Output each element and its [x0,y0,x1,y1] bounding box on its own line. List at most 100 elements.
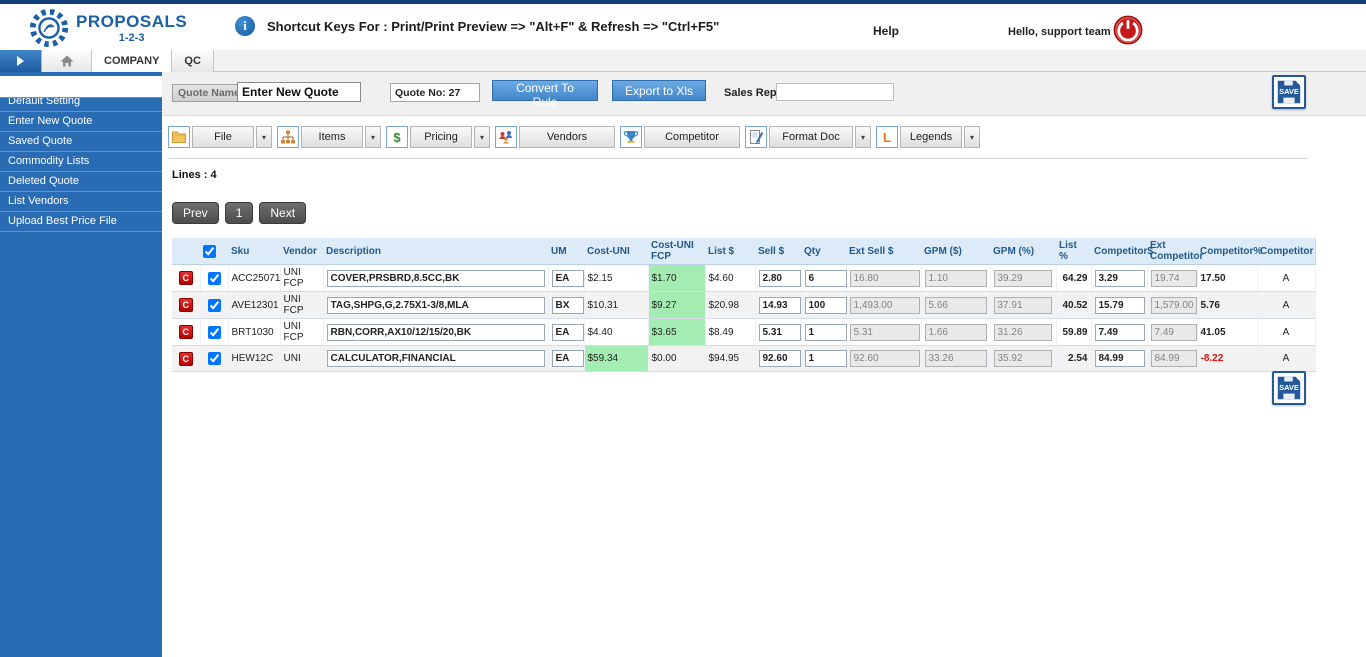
page-1-button[interactable]: 1 [225,202,254,224]
header-ext-competitor: Ext Competitor [1147,238,1197,265]
competitor-menu-button[interactable]: Competitor [644,126,740,148]
sales-rep-input[interactable] [776,83,894,101]
um-input[interactable] [552,350,584,367]
table-row: C ACC25071 UNI FCP $2.15 $1.70 $4.60 64.… [172,265,1315,292]
competitor-price-input[interactable] [1095,270,1145,287]
header-um: UM [548,238,584,265]
um-input[interactable] [552,324,584,341]
legends-menu-button[interactable]: Legends [900,126,962,148]
um-input[interactable] [552,297,584,314]
format-doc-menu-arrow[interactable]: ▾ [855,126,871,148]
list-price-cell: $94.95 [705,346,755,372]
c-flag-badge[interactable]: C [179,352,193,366]
cost-uni-fcp-cell: $3.65 [648,319,705,346]
pricing-menu-arrow[interactable]: ▾ [474,126,490,148]
c-flag-badge[interactable]: C [179,325,193,339]
app-logo: PROPOSALS 1-2-3 [28,7,187,49]
quote-number-input[interactable] [390,83,480,102]
sku-cell: HEW12C [228,346,280,372]
cost-uni-cell: $2.15 [584,265,648,292]
svg-text:$: $ [393,130,401,145]
tab-company[interactable]: COMPANY [92,50,172,72]
convert-to-rule-button[interactable]: Convert To Rule [492,80,598,101]
header-badge [172,238,200,265]
vendors-menu-button[interactable]: Vendors [519,126,615,148]
um-input[interactable] [552,270,584,287]
tab-qc[interactable]: QC [172,50,214,72]
header-cost-uni-fcp: Cost-UNI FCP [648,238,705,265]
items-menu-arrow[interactable]: ▾ [365,126,381,148]
tab-home[interactable] [42,50,92,72]
select-all-checkbox[interactable] [203,245,216,258]
row-checkbox[interactable] [208,299,221,312]
qty-input[interactable] [805,270,847,287]
sidebar-item[interactable]: Upload Best Price File [0,212,162,232]
gear-logo-icon [28,7,70,49]
file-menu-button[interactable]: File [192,126,254,148]
quote-name-input[interactable] [237,82,361,102]
description-input[interactable] [327,297,545,314]
svg-text:SAVE: SAVE [1279,87,1299,96]
svg-text:SAVE: SAVE [1279,383,1299,392]
save-button-bottom[interactable]: SAVE [1272,371,1306,405]
dollar-icon: $ [386,126,408,148]
competitor-price-input[interactable] [1095,324,1145,341]
menu-legends: L Legends ▾ [876,126,980,148]
row-checkbox[interactable] [208,326,221,339]
qty-input[interactable] [805,297,847,314]
gpm-percent-input [994,297,1052,314]
qty-input[interactable] [805,350,847,367]
competitor-grade-cell: A [1257,319,1315,346]
format-doc-menu-button[interactable]: Format Doc [769,126,853,148]
gpm-dollar-input [925,324,987,341]
competitor-percent-cell: 5.76 [1197,292,1257,319]
legends-icon: L [876,126,898,148]
cost-uni-cell: $10.31 [584,292,648,319]
export-to-xls-button[interactable]: Export to Xls [612,80,706,101]
c-flag-badge[interactable]: C [179,298,193,312]
crescent-icon [8,79,24,95]
competitor-grade-cell: A [1257,346,1315,372]
help-link[interactable]: Help [873,24,899,38]
next-page-button[interactable]: Next [259,202,306,224]
sidebar-item[interactable]: Commodity Lists [0,152,162,172]
competitor-price-input[interactable] [1095,297,1145,314]
quote-table: Sku Vendor Description UM Cost-UNI Cost-… [172,238,1316,372]
row-checkbox[interactable] [208,352,221,365]
prev-page-button[interactable]: Prev [172,202,219,224]
description-input[interactable] [327,350,545,367]
qty-input[interactable] [805,324,847,341]
sidebar-item[interactable]: List Vendors [0,192,162,212]
sidebar-item[interactable]: Deleted Quote [0,172,162,192]
sell-input[interactable] [759,270,801,287]
sell-input[interactable] [759,297,801,314]
menu-file: File ▾ [168,126,272,148]
app-window: PROPOSALS 1-2-3 i Shortcut Keys For : Pr… [0,0,1366,657]
description-input[interactable] [327,324,545,341]
competitor-price-input[interactable] [1095,350,1145,367]
row-checkbox[interactable] [208,272,221,285]
sidebar-item-label: Quote Commander [35,77,148,96]
legends-menu-arrow[interactable]: ▾ [964,126,980,148]
description-input[interactable] [327,270,545,287]
items-menu-button[interactable]: Items [301,126,363,148]
sell-input[interactable] [759,324,801,341]
logout-power-button[interactable] [1113,15,1143,45]
sidebar-item[interactable]: Enter New Quote [0,112,162,132]
sidebar-item[interactable]: Saved Quote [0,132,162,152]
save-button-top[interactable]: SAVE [1272,75,1306,109]
save-floppy-icon: SAVE [1275,374,1303,402]
competitor-icon [620,126,642,148]
sell-input[interactable] [759,350,801,367]
header-sell: Sell $ [755,238,801,265]
power-icon [1113,15,1143,45]
file-menu-arrow[interactable]: ▾ [256,126,272,148]
app-header: PROPOSALS 1-2-3 i Shortcut Keys For : Pr… [0,4,1366,50]
competitor-percent-cell: 17.50 [1197,265,1257,292]
menu-vendors: Vendors [495,126,615,148]
c-flag-badge[interactable]: C [179,271,193,285]
logo-title: PROPOSALS [76,12,187,32]
sidebar-toggle-button[interactable] [0,50,42,72]
sidebar-item-label: List Vendors [8,192,69,211]
pricing-menu-button[interactable]: Pricing [410,126,472,148]
